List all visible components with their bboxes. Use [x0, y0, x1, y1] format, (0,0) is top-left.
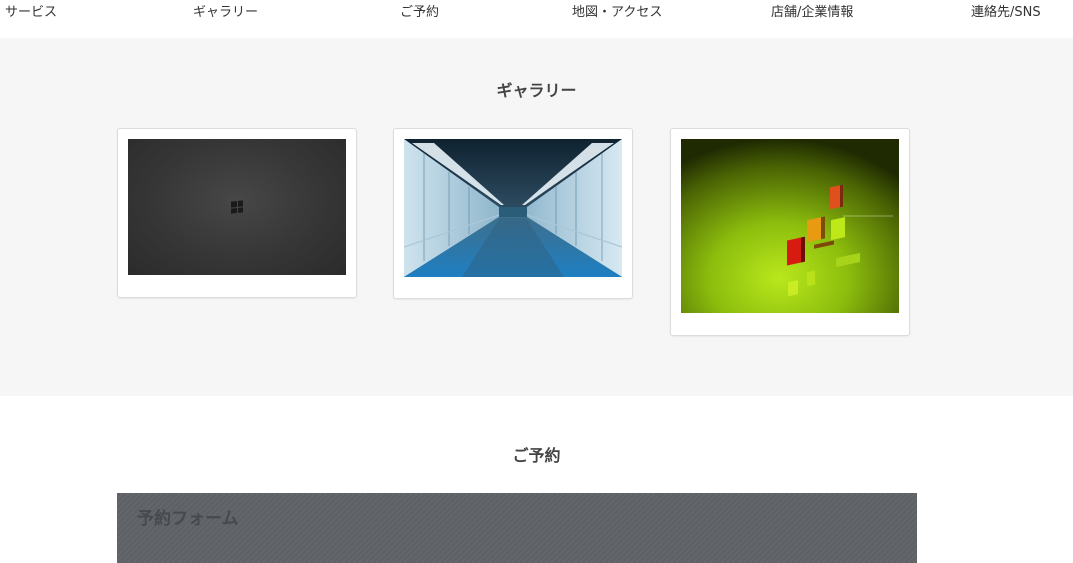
green-3d-blocks-image[interactable] [681, 139, 899, 313]
gallery-card[interactable] [393, 128, 633, 299]
reservation-form-panel: 予約フォーム [117, 493, 917, 563]
nav-link-store-company-info[interactable]: 店舗/企業情報 [771, 5, 853, 21]
reservation-title: ご予約 [512, 446, 561, 465]
top-navigation: サービス ギャラリー ご予約 地図・アクセス 店舗/企業情報 連絡先/SNS [0, 0, 1073, 38]
windows-logo-icon [231, 200, 243, 214]
nav-link-gallery[interactable]: ギャラリー [193, 5, 258, 21]
reservation-section: ご予約 予約フォーム [0, 396, 1073, 563]
nav-link-map-access[interactable]: 地図・アクセス [572, 5, 662, 21]
airport-corridor-image[interactable] [404, 139, 622, 277]
gallery-title: ギャラリー [496, 81, 577, 100]
nav-link-reservation[interactable]: ご予約 [400, 5, 439, 21]
windows-dark-wallpaper-image[interactable] [128, 139, 346, 275]
reservation-form-title: 予約フォーム [137, 509, 239, 529]
gallery-card[interactable] [670, 128, 910, 336]
nav-link-services[interactable]: サービス [5, 5, 57, 21]
gallery-section: ギャラリー [0, 38, 1073, 396]
nav-link-contact-sns[interactable]: 連絡先/SNS [971, 5, 1041, 21]
gallery-card[interactable] [117, 128, 357, 298]
